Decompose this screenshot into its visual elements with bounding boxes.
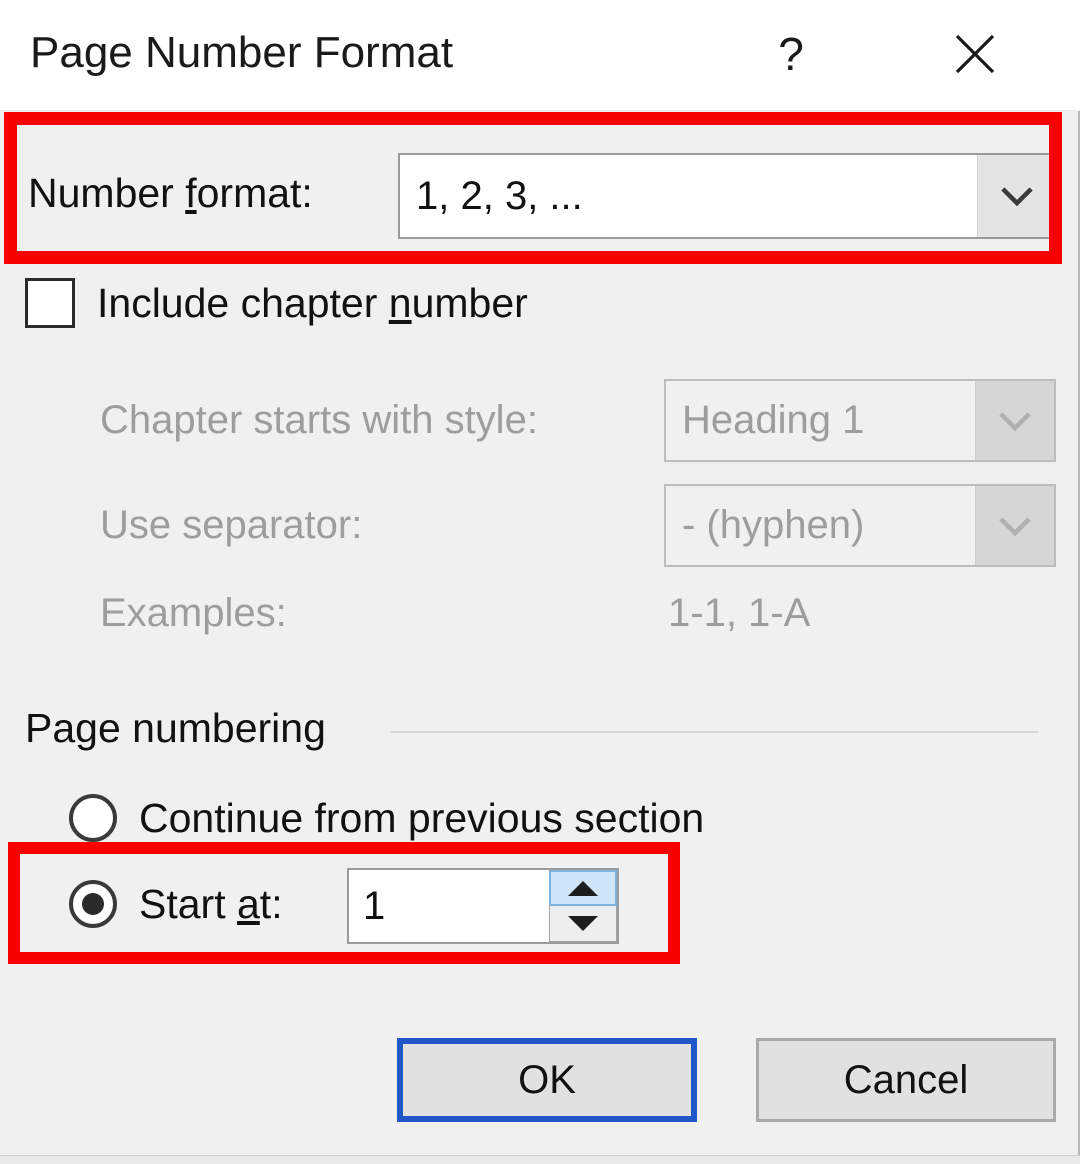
continue-from-previous-section-row[interactable]: Continue from previous section [69, 794, 704, 842]
chapter-style-label: Chapter starts with style: [100, 398, 538, 442]
page-numbering-group-separator [390, 731, 1038, 733]
continue-from-previous-section-radio[interactable] [69, 794, 117, 842]
include-chapter-label-prefix: Include chapter [97, 279, 389, 326]
include-chapter-label-accel: n [388, 279, 412, 326]
close-button[interactable] [932, 14, 1018, 94]
chapter-style-dropdown-button [975, 381, 1054, 460]
close-icon [955, 34, 995, 74]
examples-value: 1-1, 1-A [668, 591, 811, 635]
chevron-down-icon [1001, 187, 1033, 206]
chapter-style-combobox: Heading 1 [664, 379, 1056, 462]
start-at-label-accel: a [236, 880, 260, 927]
number-format-dropdown-button[interactable] [977, 155, 1056, 237]
cancel-button[interactable]: Cancel [756, 1038, 1056, 1122]
help-button[interactable]: ? [748, 14, 834, 94]
number-format-label-suffix: ormat: [196, 170, 313, 216]
include-chapter-label-suffix: umber [411, 279, 528, 326]
use-separator-value: - (hyphen) [666, 486, 975, 565]
triangle-up-icon [568, 880, 598, 896]
number-format-combobox[interactable]: 1, 2, 3, ... [398, 153, 1058, 239]
start-at-spin-buttons [549, 870, 617, 942]
use-separator-label: Use separator: [100, 503, 363, 547]
page-numbering-group-label: Page numbering [25, 705, 326, 751]
dialog-title-bar: Page Number Format ? [0, 0, 1080, 111]
number-format-label-prefix: Number [28, 170, 186, 216]
start-at-label-prefix: Start [139, 880, 237, 927]
start-at-label-suffix: t: [259, 880, 283, 927]
start-at-spinner[interactable] [347, 868, 619, 944]
use-separator-combobox: - (hyphen) [664, 484, 1056, 567]
start-at-label: Start at: [139, 881, 283, 928]
start-at-spin-down-button[interactable] [549, 906, 617, 942]
triangle-down-icon [568, 916, 598, 931]
continue-from-previous-section-label: Continue from previous section [139, 794, 705, 841]
include-chapter-number-row[interactable]: Include chapter number [25, 278, 528, 328]
start-at-row[interactable]: Start at: [69, 880, 283, 928]
examples-label: Examples: [100, 591, 287, 635]
dialog-title: Page Number Format [30, 28, 454, 77]
start-at-spin-up-button[interactable] [549, 870, 617, 906]
number-format-value[interactable]: 1, 2, 3, ... [400, 155, 977, 237]
chevron-down-icon [999, 411, 1031, 431]
start-at-input[interactable] [349, 870, 549, 942]
page-number-format-dialog: Page Number Format ? Number format: 1, 2… [0, 0, 1080, 1164]
include-chapter-number-label: Include chapter number [97, 280, 528, 327]
start-at-radio[interactable] [69, 880, 117, 928]
include-chapter-number-checkbox[interactable] [25, 278, 75, 328]
chapter-style-value: Heading 1 [666, 381, 975, 460]
chevron-down-icon [999, 516, 1031, 536]
use-separator-dropdown-button [975, 486, 1054, 565]
number-format-label-accel: f [185, 170, 197, 216]
start-at-radio-dot [82, 893, 104, 915]
ok-button[interactable]: OK [397, 1038, 697, 1122]
number-format-label: Number format: [28, 170, 313, 217]
question-mark-icon: ? [778, 28, 804, 80]
